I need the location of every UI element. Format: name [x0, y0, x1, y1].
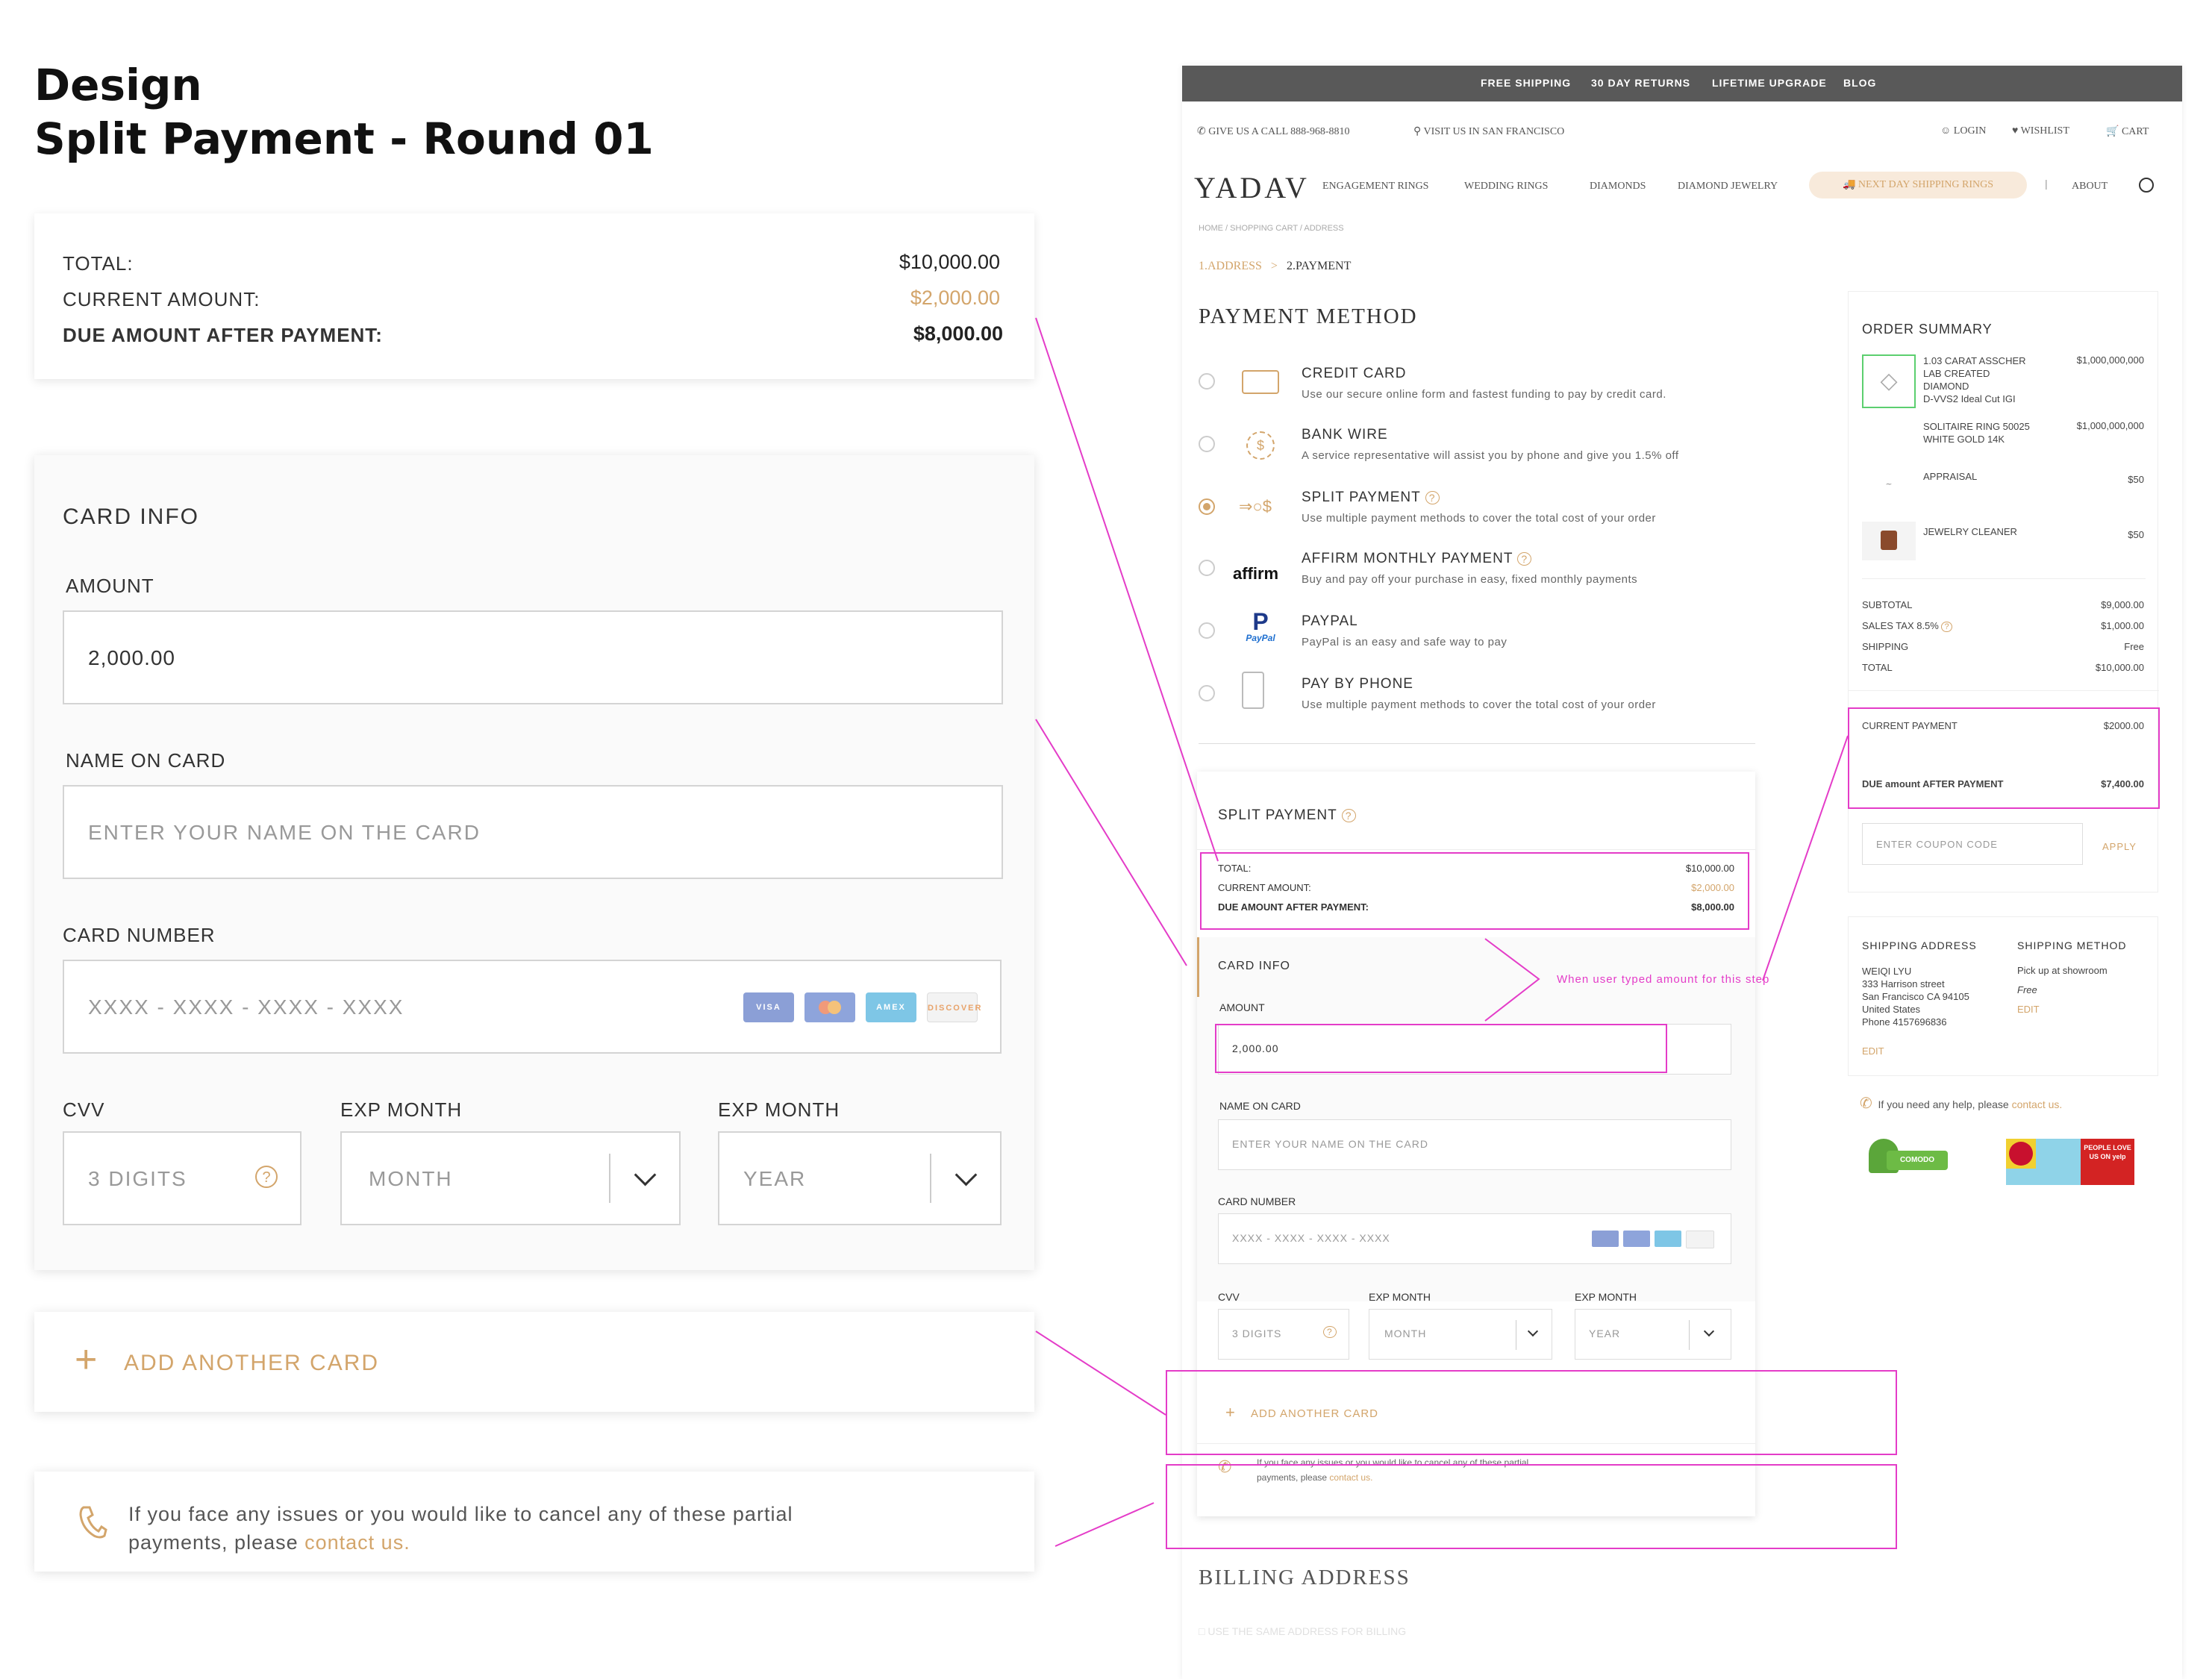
annotation-connectors — [1035, 317, 1849, 1547]
